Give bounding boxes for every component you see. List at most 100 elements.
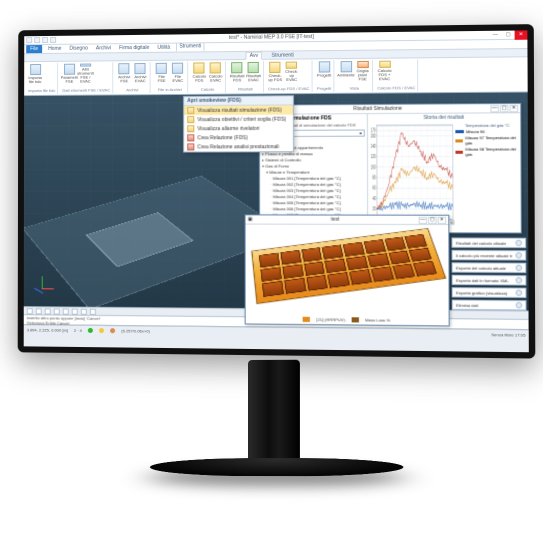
tool-button[interactable] bbox=[63, 308, 69, 314]
shelf-box bbox=[282, 264, 303, 279]
ribbon-tab[interactable]: Archivi bbox=[94, 44, 113, 52]
ribbon-button[interactable]: Risultati EVAC bbox=[246, 62, 260, 82]
ribbon-button[interactable]: Archivi FSE bbox=[117, 63, 131, 83]
minimize-button[interactable]: — bbox=[419, 216, 427, 223]
ribbon-button-label: Archivi EVAC bbox=[133, 75, 147, 83]
ribbon-group-label: Vista bbox=[339, 85, 370, 90]
ribbon-button-label: Risultati EVAC bbox=[246, 74, 261, 82]
dropdown-item-label: Visualizza risultati simulazione (FDS) bbox=[197, 107, 281, 114]
smokeview-titlebar[interactable]: ▣ test — ▢ ✕ bbox=[246, 215, 449, 225]
ribbon-group-label: Dati strumenti FSE / EVAC bbox=[62, 87, 110, 92]
dropdown-item-label: Visualizza obiettivi / criteri soglia (F… bbox=[197, 116, 286, 123]
results-action-panel: Risultati del calcolo attuale Il calcolo … bbox=[452, 237, 527, 310]
svg-text:140: 140 bbox=[371, 143, 376, 149]
ribbon-button-label: Importa file bdc bbox=[28, 76, 42, 84]
ribbon-group: Check-up FDSCheck-up EVACCheck-up FDS / … bbox=[266, 60, 313, 92]
ribbon-icon bbox=[135, 63, 146, 74]
ribbon-group: Progetti Progetti bbox=[315, 60, 335, 92]
close-button[interactable]: ✕ bbox=[515, 30, 528, 39]
ribbon-tab[interactable]: Utilità bbox=[155, 44, 172, 52]
ribbon-button[interactable]: Risultati FDS bbox=[230, 62, 244, 82]
ribbon-button[interactable]: Griglia piani FSE bbox=[355, 61, 370, 82]
legend-swatch bbox=[351, 317, 358, 322]
shelf-box bbox=[363, 239, 385, 253]
ribbon-icon bbox=[340, 61, 351, 72]
close-button[interactable]: ✕ bbox=[510, 104, 519, 111]
ribbon-group: AmbienteGriglia piani FSE Vista bbox=[336, 60, 373, 92]
ribbon-button[interactable]: File EVAC bbox=[171, 63, 185, 83]
svg-text:60: 60 bbox=[372, 185, 376, 191]
shelf-box bbox=[413, 261, 437, 276]
action-button[interactable]: Esporta dati in formato XML bbox=[452, 275, 527, 286]
ribbon-group-label: File in Archivi bbox=[155, 87, 185, 92]
action-button[interactable]: Esporta grafico (visualizza) bbox=[452, 287, 527, 298]
tool-button[interactable] bbox=[90, 308, 96, 314]
maximize-button[interactable]: ▢ bbox=[500, 105, 509, 112]
subtab[interactable]: Avv bbox=[246, 51, 263, 59]
ribbon-button[interactable]: Check-up EVAC bbox=[284, 62, 299, 82]
ribbon-tab[interactable]: Firma digitale bbox=[117, 44, 151, 52]
shelf-box bbox=[392, 264, 415, 279]
ribbon-group-label: Calcolo bbox=[192, 87, 223, 92]
action-button[interactable]: Risultati del calcolo attuale bbox=[452, 237, 527, 248]
smokeview-title: test bbox=[331, 217, 339, 223]
tool-button[interactable] bbox=[72, 308, 78, 314]
tool-button[interactable] bbox=[45, 308, 51, 314]
tool-button[interactable] bbox=[27, 308, 33, 314]
qat-button[interactable] bbox=[34, 37, 40, 43]
svg-text:80: 80 bbox=[372, 174, 376, 180]
ribbon-button[interactable]: Ambiente bbox=[339, 61, 354, 82]
qat-button[interactable] bbox=[50, 37, 56, 43]
minimize-button[interactable]: — bbox=[490, 105, 499, 112]
ribbon-button[interactable]: Check-up FDS bbox=[268, 62, 282, 82]
ribbon-button[interactable]: Calcolo FDS + EVAC bbox=[377, 61, 392, 82]
dropdown-item[interactable]: Visualizza allarme rivelatori bbox=[184, 124, 293, 134]
subtab[interactable]: Strumenti bbox=[269, 52, 297, 58]
status-led-icon bbox=[88, 328, 93, 333]
maximize-button[interactable]: ▢ bbox=[428, 216, 436, 223]
maximize-button[interactable]: ▢ bbox=[502, 30, 515, 39]
action-button-label: Risultati del calcolo attuale bbox=[456, 240, 506, 245]
menu-item-icon bbox=[187, 116, 194, 123]
ribbon-icon bbox=[156, 63, 167, 74]
ribbon-button[interactable]: Calcolo EVAC bbox=[208, 62, 222, 82]
ribbon-button[interactable]: Parametri FSE bbox=[62, 64, 76, 84]
tool-button[interactable] bbox=[36, 308, 42, 314]
legend-swatch bbox=[455, 130, 463, 133]
file-tab[interactable]: File bbox=[26, 45, 42, 53]
action-button[interactable]: Il calcolo più recente attuale è bbox=[452, 250, 527, 261]
ribbon-tab[interactable]: Disegno bbox=[67, 45, 89, 53]
menu-item-icon bbox=[187, 134, 194, 141]
dropdown-item[interactable]: Crea Relazione (FDS) bbox=[184, 133, 293, 143]
ribbon-button[interactable]: File FSE bbox=[155, 63, 169, 83]
qat-button[interactable] bbox=[42, 37, 48, 43]
ribbon-group-label: Progetti bbox=[317, 86, 332, 91]
ribbon-button[interactable]: Progetti bbox=[317, 61, 332, 82]
ribbon-button[interactable]: Importa file bdc bbox=[28, 64, 42, 84]
shelf-box bbox=[303, 261, 325, 276]
close-button[interactable]: ✕ bbox=[438, 216, 446, 223]
status-right: Senza titolo 17:05 bbox=[491, 332, 525, 338]
results-window-title: Risultati Simulazione bbox=[353, 106, 402, 112]
ribbon-icon bbox=[231, 62, 242, 73]
shelf-box bbox=[284, 278, 306, 294]
action-button[interactable]: Esporta del calcolo attuale bbox=[452, 262, 527, 273]
ribbon-button[interactable]: Altri strumenti FSE / EVAC bbox=[78, 64, 92, 84]
dropdown-item[interactable]: Crea Relazione analisi prestazionali bbox=[184, 142, 293, 151]
tool-button[interactable] bbox=[54, 308, 60, 314]
fire-room bbox=[251, 228, 446, 304]
action-button[interactable]: Elimina dati bbox=[452, 300, 527, 311]
ribbon-button-label: Griglia piani FSE bbox=[355, 69, 370, 81]
info-icon bbox=[516, 265, 522, 271]
ribbon-button[interactable]: Calcolo FDS bbox=[192, 62, 206, 82]
axis-y bbox=[42, 276, 43, 288]
minimize-button[interactable]: — bbox=[489, 30, 502, 39]
ribbon-group: Risultati FDSRisultati EVACRisultati bbox=[228, 61, 264, 93]
ribbon-tab[interactable]: Home bbox=[46, 45, 63, 53]
ribbon-button[interactable]: Archivi EVAC bbox=[133, 63, 147, 83]
shelf-box bbox=[322, 245, 344, 260]
smokeview-viewport[interactable] bbox=[248, 227, 447, 313]
qat-button[interactable] bbox=[26, 37, 32, 43]
tool-button[interactable] bbox=[81, 308, 87, 314]
axis-gizmo bbox=[30, 276, 56, 302]
